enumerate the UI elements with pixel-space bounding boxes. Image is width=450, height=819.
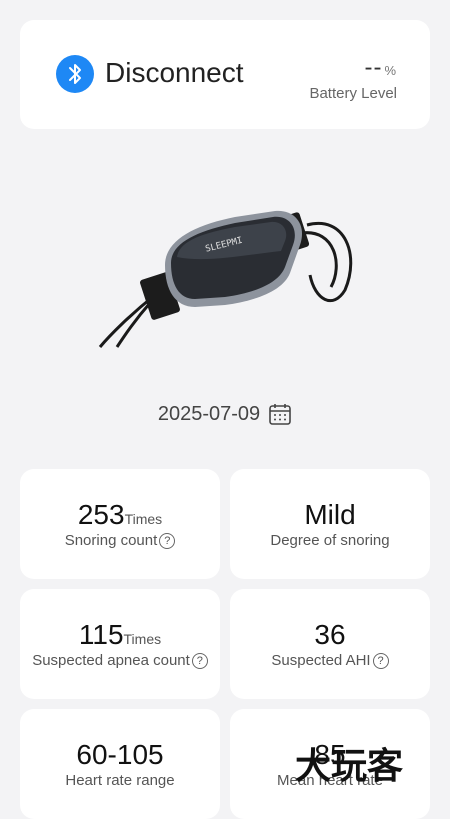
device-image: SLEEPMI xyxy=(95,195,365,355)
date-selector[interactable]: 2025-07-09 xyxy=(0,402,450,426)
selected-date: 2025-07-09 xyxy=(157,402,261,425)
help-icon[interactable]: ? xyxy=(372,653,389,669)
battery-unit: % xyxy=(384,63,397,78)
snoring-count-label-row: Snoring count? xyxy=(20,532,220,549)
snoring-degree-label: Degree of snoring xyxy=(270,532,390,549)
snoring-count-label: Snoring count xyxy=(64,532,158,549)
battery-level-value: --% xyxy=(364,54,397,82)
snoring-count-value: 253 xyxy=(77,499,125,530)
snoring-count-value-row: 253Times xyxy=(20,499,220,531)
watermark: 大玩客 xyxy=(295,746,404,787)
apnea-count-unit: Times xyxy=(123,631,162,647)
snoring-count-card[interactable]: 253Times Snoring count? xyxy=(20,469,220,579)
heart-rate-range-value: 60-105 xyxy=(76,739,164,770)
battery-value: -- xyxy=(364,54,383,81)
ahi-label-row: Suspected AHI? xyxy=(230,652,430,669)
help-icon[interactable]: ? xyxy=(191,653,208,669)
apnea-count-label: Suspected apnea count xyxy=(32,652,190,669)
battery-level-label: Battery Level xyxy=(309,85,397,102)
apnea-count-label-row: Suspected apnea count? xyxy=(20,652,220,669)
apnea-count-value: 115 xyxy=(78,619,124,650)
connection-status: Disconnect xyxy=(105,57,244,88)
apnea-count-card[interactable]: 115Times Suspected apnea count? xyxy=(20,589,220,699)
ahi-label: Suspected AHI xyxy=(271,652,371,669)
ahi-value: 36 xyxy=(314,619,346,650)
heart-rate-range-label: Heart rate range xyxy=(65,772,175,789)
snoring-count-unit: Times xyxy=(124,511,163,527)
connection-card[interactable]: Disconnect --% Battery Level xyxy=(20,20,430,129)
ahi-card[interactable]: 36 Suspected AHI? xyxy=(230,589,430,699)
bluetooth-icon xyxy=(56,55,94,93)
apnea-count-value-row: 115Times xyxy=(20,619,220,651)
snoring-degree-card[interactable]: Mild Degree of snoring xyxy=(230,469,430,579)
help-icon[interactable]: ? xyxy=(159,533,176,549)
calendar-icon[interactable] xyxy=(268,402,292,426)
snoring-degree-value: Mild xyxy=(304,499,356,530)
heart-rate-range-card[interactable]: 60-105 Heart rate range xyxy=(20,709,220,819)
